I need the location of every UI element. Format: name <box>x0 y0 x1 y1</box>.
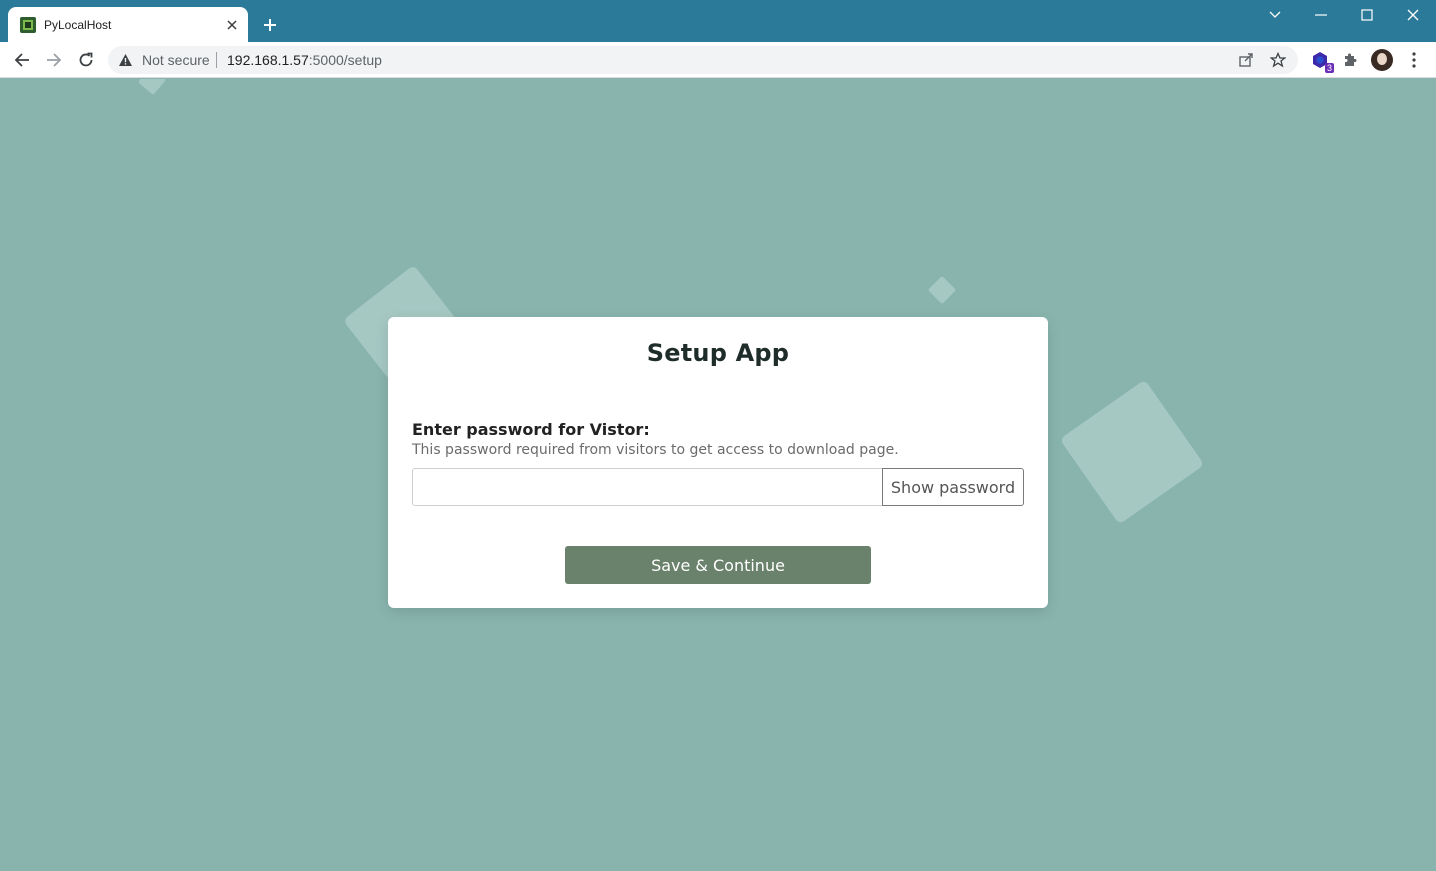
page-title: Setup App <box>646 339 790 367</box>
url-path: :5000/setup <box>308 52 382 68</box>
forward-arrow-icon[interactable] <box>42 48 66 72</box>
decor-square-top <box>137 79 167 96</box>
extension-badge: 3 <box>1324 63 1334 73</box>
setup-card: Setup App Enter password for Vistor: Thi… <box>388 317 1048 608</box>
more-menu-icon[interactable] <box>1404 48 1424 72</box>
close-tab-icon[interactable] <box>222 15 242 35</box>
browser-toolbar: Not secure 192.168.1.57:5000/setup 3 <box>0 42 1436 78</box>
omnibox-divider <box>216 52 217 68</box>
visitor-password-input[interactable] <box>412 468 883 506</box>
warning-icon <box>119 54 132 66</box>
reload-icon[interactable] <box>74 48 98 72</box>
new-tab-icon[interactable] <box>258 13 282 37</box>
favicon-icon <box>20 17 36 33</box>
browser-tab[interactable]: PyLocalHost <box>8 7 248 42</box>
address-bar[interactable]: Not secure 192.168.1.57:5000/setup <box>108 46 1298 74</box>
password-help-text: This password required from visitors to … <box>412 442 899 458</box>
avatar-face <box>1377 53 1387 65</box>
show-password-button[interactable]: Show password <box>882 468 1024 506</box>
profile-avatar[interactable] <box>1371 49 1393 71</box>
bookmark-star-icon[interactable] <box>1268 50 1288 70</box>
tab-title: PyLocalHost <box>44 18 112 32</box>
tab-search-chevron-icon[interactable] <box>1257 4 1293 26</box>
extension-hexagon-icon[interactable]: 3 <box>1308 48 1334 73</box>
url-host: 192.168.1.57 <box>227 52 309 68</box>
share-icon[interactable] <box>1236 50 1256 70</box>
window-close-icon[interactable] <box>1395 4 1431 26</box>
minimize-icon[interactable] <box>1303 4 1339 26</box>
maximize-icon[interactable] <box>1349 4 1385 26</box>
save-continue-button[interactable]: Save & Continue <box>565 546 871 584</box>
password-label: Enter password for Vistor: <box>412 420 650 439</box>
extensions-puzzle-icon[interactable] <box>1338 48 1362 72</box>
url-text[interactable]: 192.168.1.57:5000/setup <box>227 52 382 68</box>
page-background: Setup App Enter password for Vistor: Thi… <box>0 79 1436 871</box>
security-status[interactable]: Not secure <box>142 52 210 68</box>
decor-square-small <box>927 275 957 305</box>
back-arrow-icon[interactable] <box>10 48 34 72</box>
browser-titlebar: PyLocalHost <box>0 0 1436 42</box>
decor-square-right <box>1059 379 1205 525</box>
